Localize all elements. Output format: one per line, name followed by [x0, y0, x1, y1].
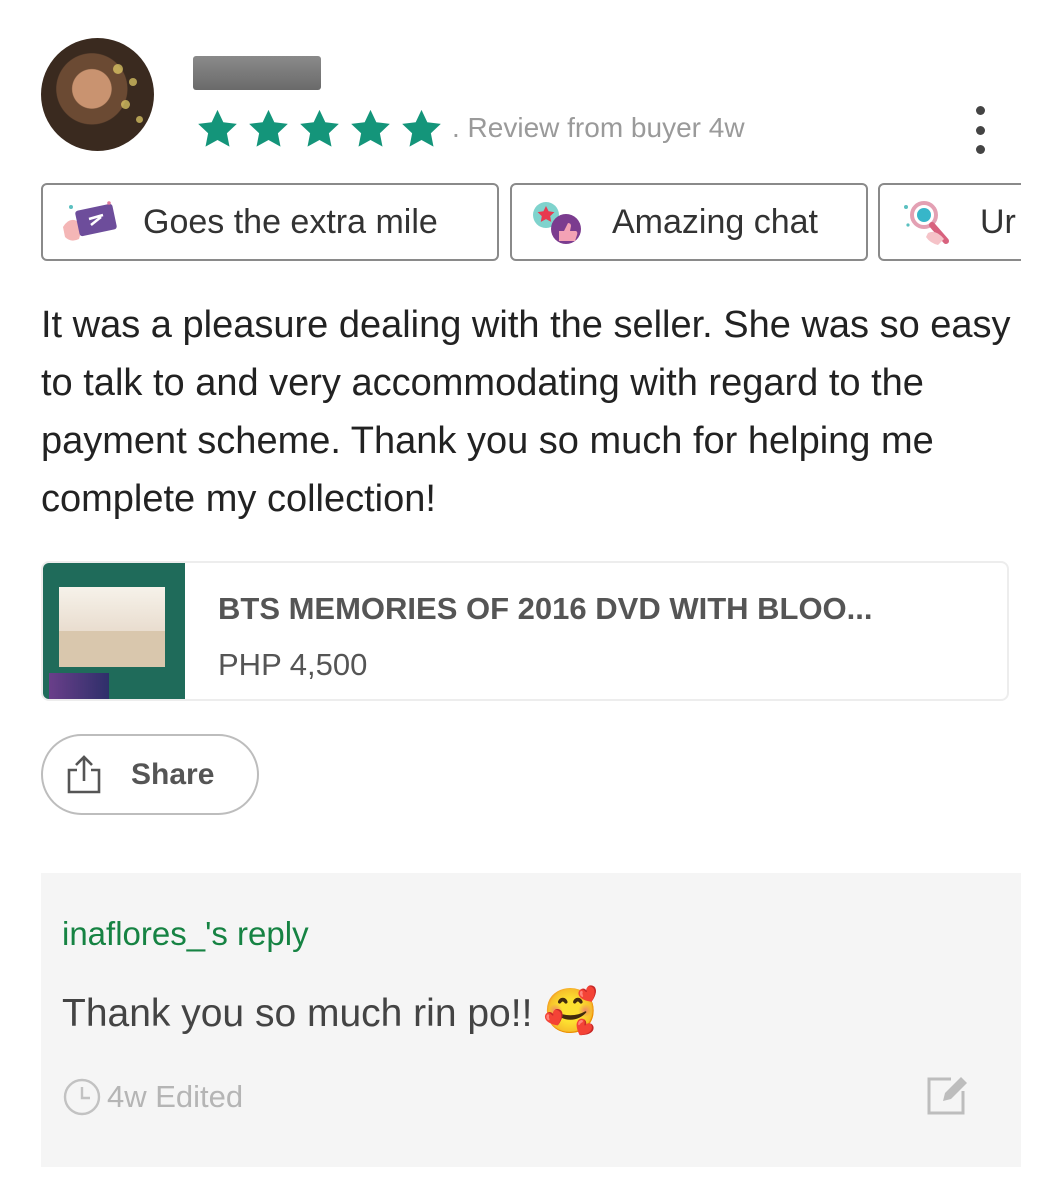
star-icon — [300, 109, 339, 147]
product-card[interactable]: BTS MEMORIES OF 2016 DVD WITH BLOO... PH… — [41, 561, 1009, 701]
reply-text-line: Thank you so much rin po!! 🥰 — [62, 985, 598, 1037]
share-button[interactable]: Share — [41, 734, 259, 815]
clock-icon — [63, 1078, 101, 1116]
star-icon — [249, 109, 288, 147]
chip-goes-the-extra-mile[interactable]: Goes the extra mile — [41, 183, 499, 261]
reviewer-avatar[interactable] — [41, 38, 154, 151]
review-text: It was a pleasure dealing with the selle… — [41, 304, 1011, 520]
chip-label: Goes the extra mile — [143, 202, 438, 241]
reply-title: inaflores_'s reply — [62, 915, 309, 952]
share-label: Share — [131, 757, 215, 791]
chip-amazing-chat[interactable]: Amazing chat — [510, 183, 868, 261]
seller-reply: inaflores_'s reply Thank you so much rin… — [41, 873, 1021, 1167]
ticket-hand-icon — [63, 201, 117, 241]
star-icon — [351, 109, 390, 147]
chip-label: Amazing chat — [612, 202, 818, 241]
product-price: PHP 4,500 — [218, 647, 368, 682]
reviewer-name-redacted — [193, 56, 321, 90]
compliment-chips: Goes the extra mile Amazing chat Ur — [41, 183, 1021, 265]
more-options-icon[interactable] — [968, 106, 992, 154]
rating-stars — [195, 107, 444, 152]
edit-icon[interactable] — [925, 1073, 969, 1117]
star-icon — [402, 109, 441, 147]
share-icon — [67, 754, 101, 793]
reply-meta: 4w Edited — [107, 1079, 244, 1114]
product-thumbnail — [43, 563, 185, 699]
magnifier-hand-icon — [904, 201, 949, 245]
reply-text: Thank you so much rin po!! — [62, 992, 533, 1035]
review-meta: . Review from buyer 4w — [452, 112, 745, 143]
chat-thumbs-up-icon — [533, 202, 581, 244]
smiling-face-with-hearts-emoji: 🥰 — [543, 987, 599, 1036]
star-icon — [198, 109, 237, 147]
product-title: BTS MEMORIES OF 2016 DVD WITH BLOO... — [218, 591, 873, 626]
chip-label: Ur — [980, 202, 1016, 241]
chip-partial[interactable]: Ur — [878, 183, 1021, 261]
